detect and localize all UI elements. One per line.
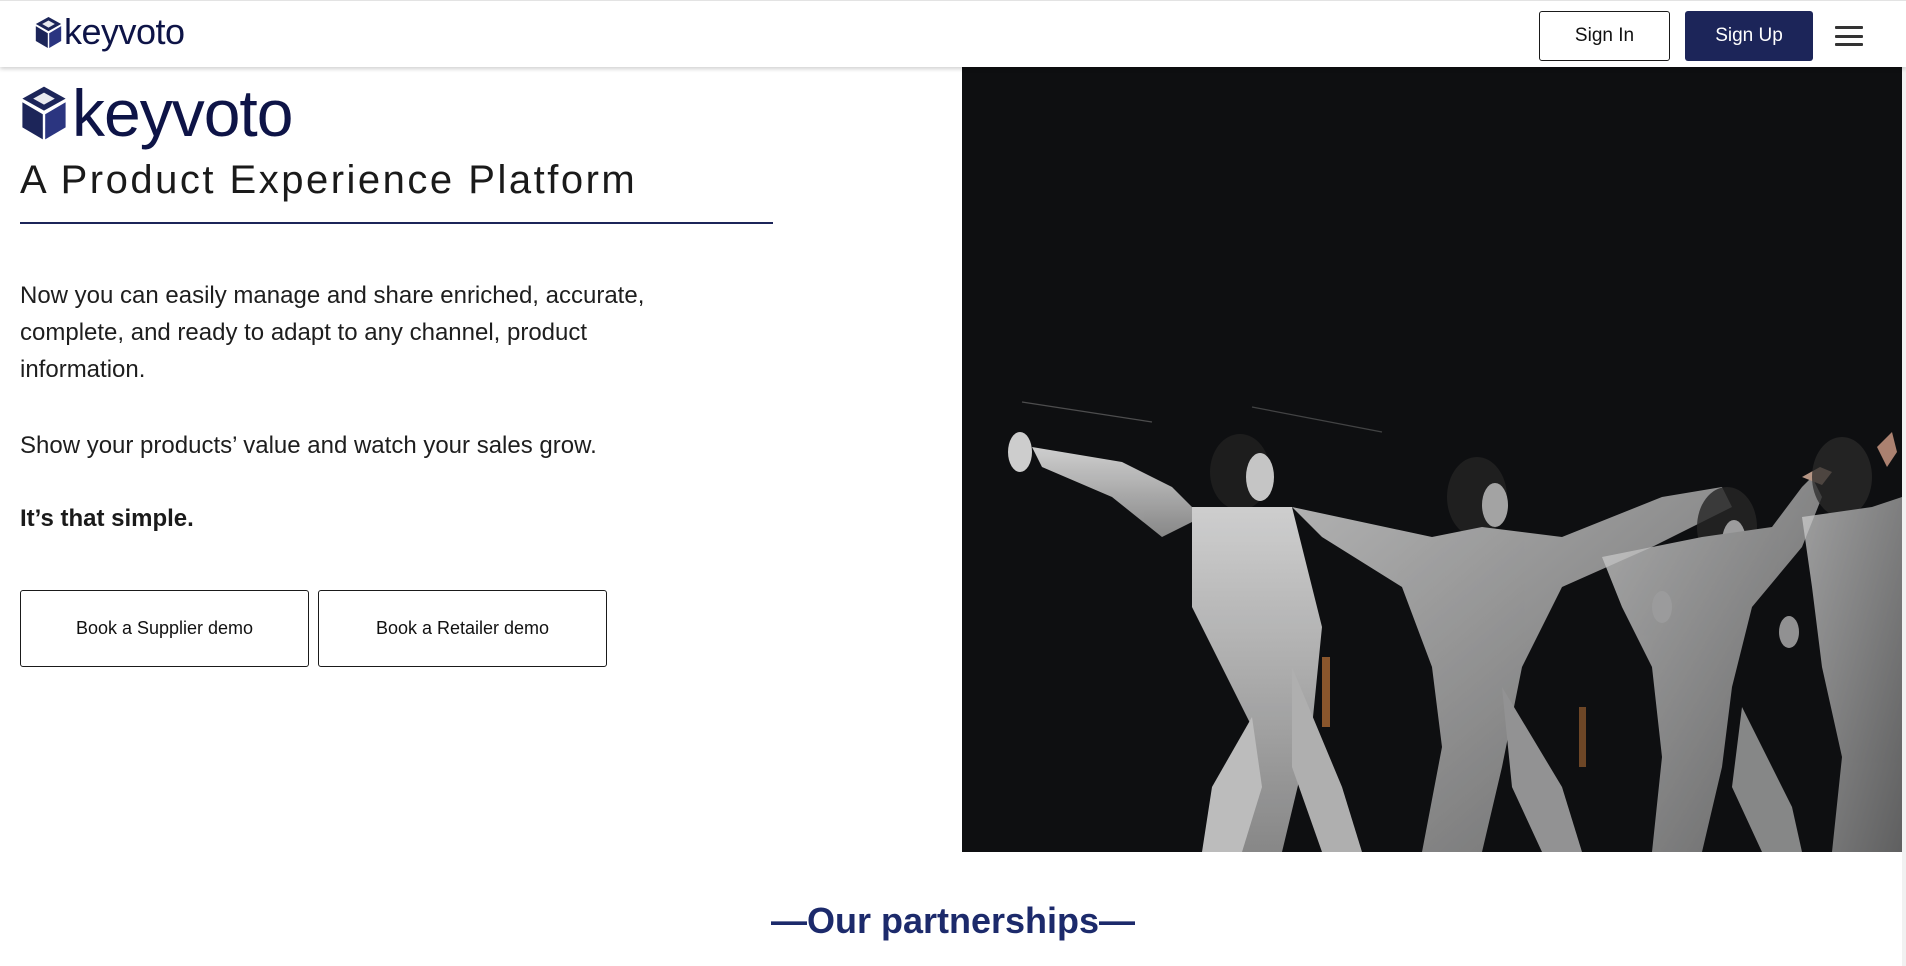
sign-up-button[interactable]: Sign Up [1685, 11, 1813, 61]
tagline-divider [20, 222, 773, 224]
menu-line [1835, 34, 1863, 38]
keyvoto-logo-icon [22, 86, 66, 140]
hero-logo: keyvoto [20, 76, 293, 150]
hero-tagline: A Product Experience Platform [20, 158, 638, 202]
book-retailer-demo-button[interactable]: Book a Retailer demo [318, 590, 607, 667]
top-navigation-bar: keyvoto Sign In Sign Up [0, 0, 1906, 67]
keyvoto-logo-icon [35, 16, 62, 48]
fencer-motion-sequence-photo [962, 67, 1902, 852]
hero-brand-name: keyvoto [72, 76, 293, 150]
hamburger-menu-icon[interactable] [1833, 23, 1865, 49]
menu-line [1835, 43, 1863, 46]
page-scrollbar[interactable] [1902, 0, 1906, 966]
menu-line [1835, 26, 1863, 29]
hero-simple-text: It’s that simple. [20, 505, 194, 532]
partnerships-heading: —Our partnerships— [770, 900, 1136, 941]
hero-value-text: Show your products’ value and watch your… [20, 432, 597, 459]
header-brand-name: keyvoto [64, 11, 185, 52]
hero-intro-text: Now you can easily manage and share enri… [20, 282, 645, 383]
sign-in-button[interactable]: Sign In [1539, 11, 1670, 61]
header-logo-link[interactable]: keyvoto [34, 14, 185, 50]
fencer-illustration [1008, 401, 1902, 852]
book-supplier-demo-button[interactable]: Book a Supplier demo [20, 590, 309, 667]
